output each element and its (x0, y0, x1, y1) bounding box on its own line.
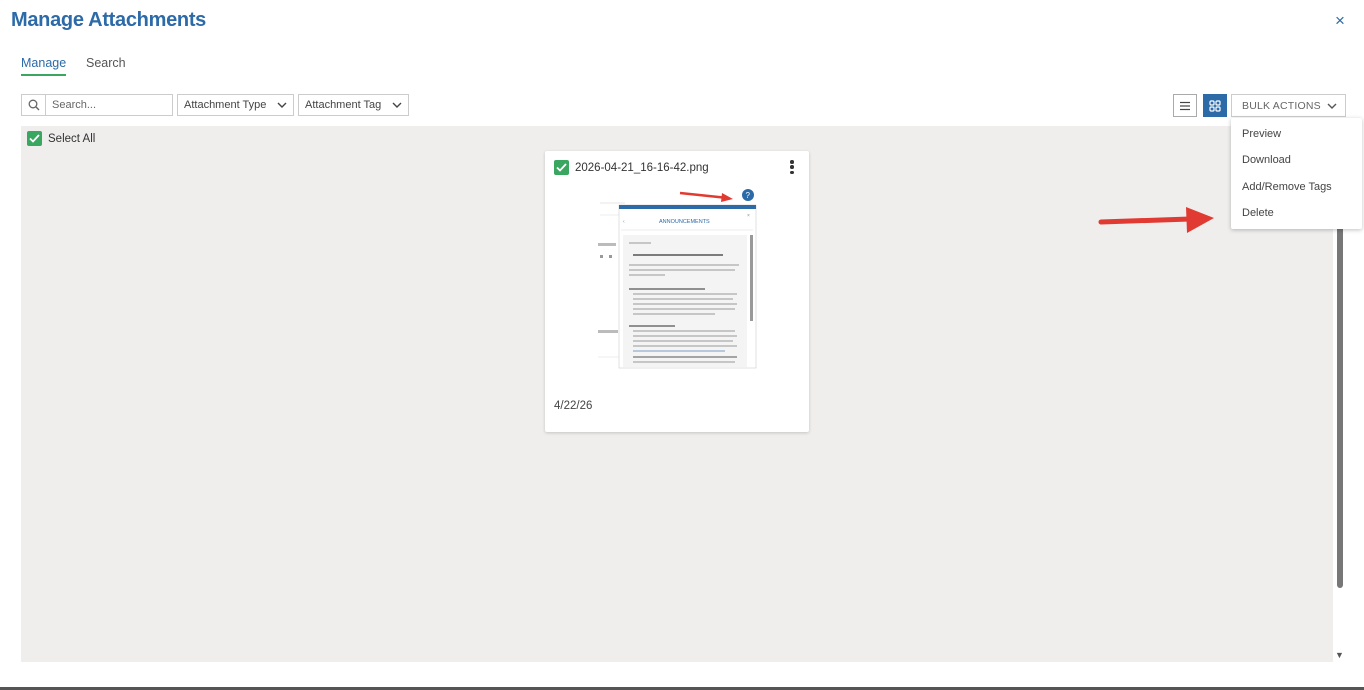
check-icon (29, 134, 40, 143)
grid-icon (1209, 99, 1221, 112)
annotation-arrow-icon (1098, 207, 1214, 233)
bulk-actions-label: BULK ACTIONS (1242, 99, 1321, 112)
chevron-down-icon (392, 102, 402, 108)
more-options-icon[interactable] (788, 159, 796, 175)
chevron-down-icon (277, 102, 287, 108)
attachment-tag-label: Attachment Tag (305, 99, 382, 111)
check-icon (556, 163, 567, 172)
attachment-card[interactable]: 2026-04-21_16-16-42.png ? ANNOUNCEMENTS … (545, 151, 809, 432)
svg-text:?: ? (746, 191, 751, 200)
search-icon[interactable] (22, 95, 46, 115)
attachment-type-select[interactable]: Attachment Type (177, 94, 294, 116)
scroll-down-arrow-icon[interactable]: ▼ (1335, 650, 1344, 660)
menu-item-delete[interactable]: Delete (1242, 207, 1274, 219)
attachment-checkbox[interactable] (554, 160, 569, 175)
attachment-date: 4/22/26 (554, 400, 593, 412)
search-box (21, 94, 173, 116)
bulk-actions-menu: Preview Download Add/Remove Tags Delete (1231, 118, 1362, 229)
select-all-checkbox[interactable] (27, 131, 42, 146)
page-title: Manage Attachments (11, 9, 207, 31)
attachment-tag-select[interactable]: Attachment Tag (298, 94, 409, 116)
tab-search[interactable]: Search (86, 56, 126, 74)
menu-item-preview[interactable]: Preview (1242, 128, 1281, 140)
select-all[interactable]: Select All (27, 131, 95, 146)
tab-manage[interactable]: Manage (21, 56, 67, 76)
svg-text:ANNOUNCEMENTS: ANNOUNCEMENTS (659, 219, 710, 225)
menu-item-add-remove-tags[interactable]: Add/Remove Tags (1242, 181, 1332, 193)
menu-item-download[interactable]: Download (1242, 154, 1291, 166)
attachment-card-header: 2026-04-21_16-16-42.png (554, 160, 709, 175)
attachment-thumbnail[interactable]: ? ANNOUNCEMENTS ‹ × (595, 185, 761, 371)
attachment-type-label: Attachment Type (184, 99, 267, 111)
search-input[interactable] (46, 98, 172, 112)
svg-text:×: × (747, 213, 750, 219)
attachment-filename: 2026-04-21_16-16-42.png (575, 161, 709, 174)
select-all-label: Select All (48, 132, 96, 145)
grid-view-button[interactable] (1203, 94, 1227, 117)
scrollbar-thumb[interactable] (1337, 226, 1343, 588)
bulk-actions-button[interactable]: BULK ACTIONS (1231, 94, 1346, 117)
list-view-button[interactable] (1173, 94, 1197, 117)
chevron-down-icon (1327, 103, 1337, 109)
list-icon (1180, 101, 1190, 110)
close-icon[interactable]: × (1335, 11, 1345, 31)
